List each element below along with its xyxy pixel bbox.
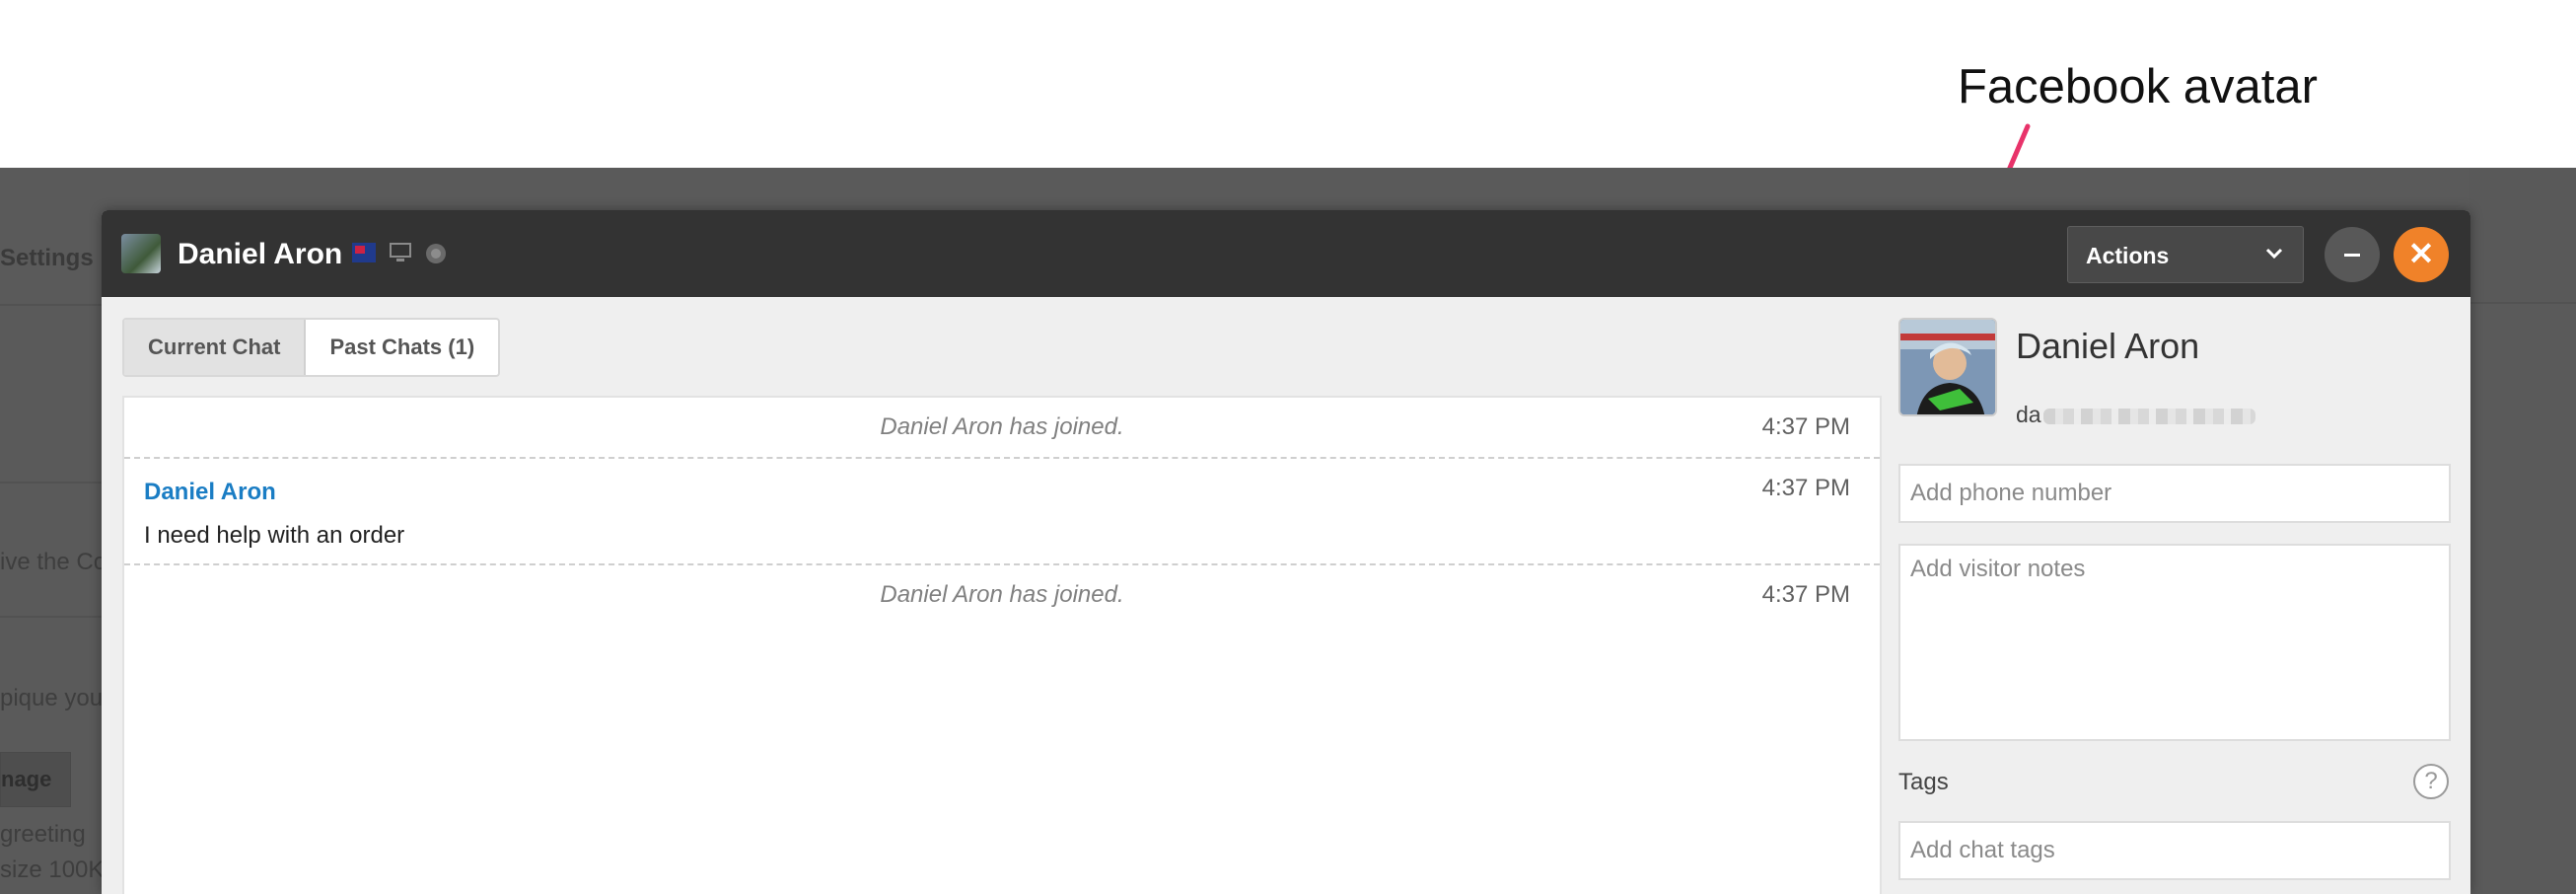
chat-transcript: Daniel Aron has joined. 4:37 PM Daniel A… — [122, 396, 1882, 894]
background-divider — [0, 304, 103, 306]
visitor-avatar-small — [121, 234, 161, 273]
facebook-avatar — [1898, 318, 1997, 416]
background-button-label: nage — [1, 767, 52, 791]
phone-number-input[interactable]: Add phone number — [1898, 464, 2451, 523]
chat-message: Daniel Aron I need help with an order 4:… — [124, 459, 1880, 563]
actions-dropdown[interactable]: Actions — [2067, 226, 2304, 283]
background-text: pique you — [0, 685, 104, 711]
system-message: Daniel Aron has joined. 4:37 PM — [124, 565, 1880, 627]
background-right-panel — [2469, 168, 2576, 304]
avatar-photo-icon — [1900, 320, 1995, 414]
background-tab-label: Settings — [0, 245, 94, 271]
chat-tags-input[interactable]: Add chat tags — [1898, 821, 2451, 880]
close-icon: ✕ — [2407, 236, 2435, 271]
message-text: I need help with an order — [144, 522, 405, 549]
visitor-name: Daniel Aron — [2016, 326, 2200, 366]
visitor-notes-input[interactable]: Add visitor notes — [1898, 544, 2451, 741]
system-message-text: Daniel Aron has joined. — [880, 413, 1124, 440]
close-button[interactable]: ✕ — [2394, 227, 2449, 282]
background-text: greeting — [0, 821, 86, 848]
message-time: 4:37 PM — [1761, 581, 1850, 608]
background-text: size 100K — [0, 857, 105, 883]
background-text: ive the Co — [0, 549, 107, 575]
visitor-name-title: Daniel Aron — [178, 238, 343, 270]
desktop-icon — [390, 243, 411, 261]
message-time: 4:37 PM — [1761, 475, 1850, 501]
minimize-button[interactable] — [2325, 227, 2380, 282]
chevron-down-icon — [2265, 248, 2283, 260]
message-sender[interactable]: Daniel Aron — [144, 479, 276, 506]
chat-tabs: Current Chat Past Chats (1) — [122, 318, 501, 377]
tab-past-chats[interactable]: Past Chats (1) — [306, 320, 498, 375]
redacted-email — [2042, 408, 2255, 424]
chat-window: Daniel Aron Actions ✕ Current Chat Past … — [102, 210, 2470, 894]
message-time: 4:37 PM — [1761, 413, 1850, 440]
visitor-email: da — [2016, 402, 2255, 428]
tab-current-chat[interactable]: Current Chat — [124, 320, 307, 375]
system-message-text: Daniel Aron has joined. — [880, 581, 1124, 608]
flag-icon — [352, 243, 376, 262]
visitor-email-prefix: da — [2016, 402, 2041, 427]
actions-label: Actions — [2086, 243, 2170, 268]
help-icon[interactable]: ? — [2413, 764, 2449, 799]
background-divider — [0, 616, 103, 618]
background-button: nage — [0, 752, 71, 807]
chat-titlebar: Daniel Aron Actions ✕ — [102, 210, 2470, 297]
browser-icon — [426, 244, 446, 263]
system-message: Daniel Aron has joined. 4:37 PM — [124, 398, 1880, 459]
annotation-label: Facebook avatar — [1958, 60, 2318, 113]
tags-label: Tags — [1898, 769, 1949, 795]
background-divider — [0, 482, 103, 484]
